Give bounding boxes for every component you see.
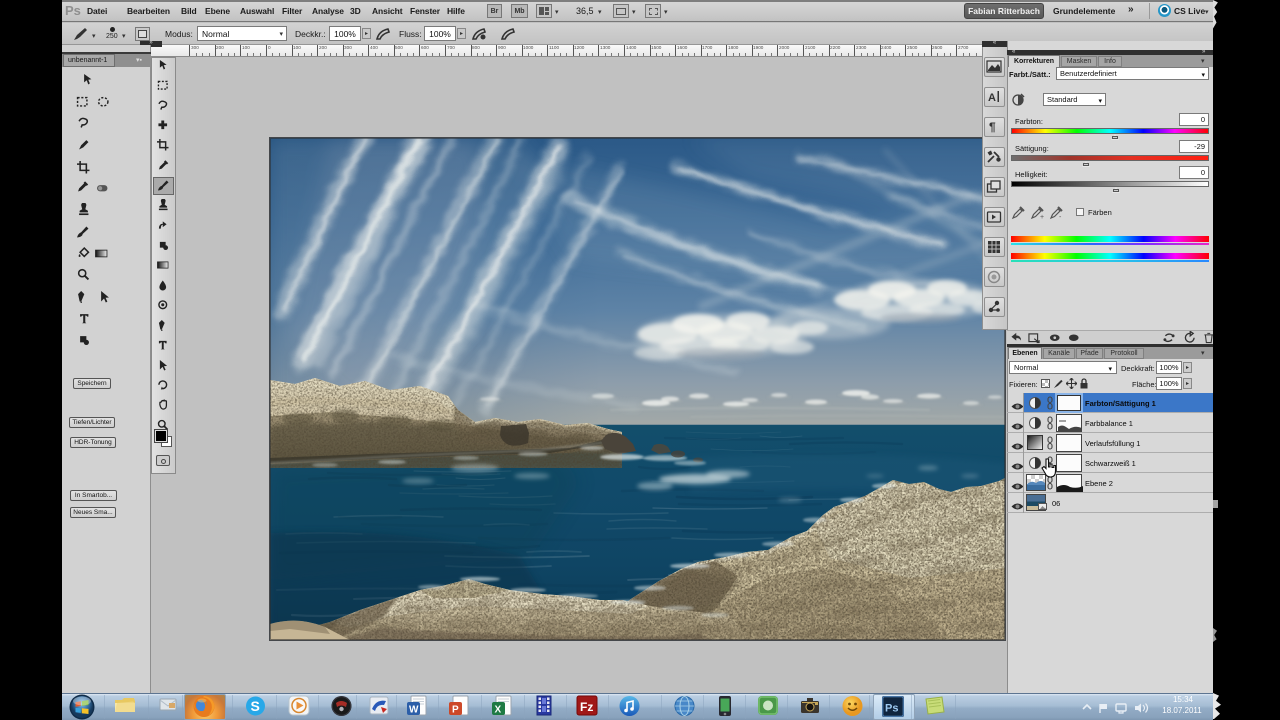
svg-text:A: A bbox=[988, 92, 996, 104]
svg-text:P: P bbox=[452, 705, 459, 716]
svg-text:Fz: Fz bbox=[580, 700, 593, 714]
svg-text:-: - bbox=[1059, 214, 1062, 220]
svg-text:X: X bbox=[495, 705, 502, 716]
svg-text:¶: ¶ bbox=[989, 120, 996, 134]
svg-text:W: W bbox=[409, 705, 419, 716]
svg-text:Ps: Ps bbox=[885, 703, 898, 715]
svg-text:S: S bbox=[251, 698, 260, 714]
svg-text:+: + bbox=[1040, 214, 1044, 220]
